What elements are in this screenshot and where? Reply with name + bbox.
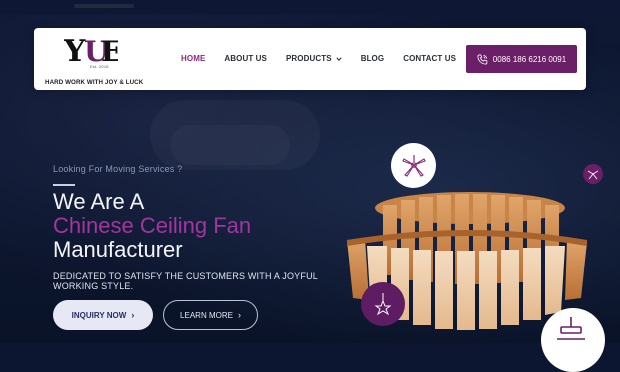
star-icon bbox=[374, 293, 392, 316]
hero-eyebrow: Looking For Moving Services ? bbox=[53, 164, 183, 174]
phone-icon bbox=[477, 54, 488, 64]
brand-tagline: HARD WORK WITH JOY & LUCK bbox=[45, 79, 144, 86]
inquiry-now-button[interactable]: INQUIRY NOW › bbox=[53, 300, 153, 330]
hero-subline: DEDICATED TO SATISFY THE CUSTOMERS WITH … bbox=[53, 271, 318, 291]
lamp-icon bbox=[557, 317, 585, 340]
ceiling-fan-badge[interactable] bbox=[391, 143, 436, 188]
hero-headline-line-3: Manufacturer bbox=[53, 237, 183, 262]
learn-more-button[interactable]: LEARN MORE › bbox=[163, 300, 258, 330]
logo[interactable]: Y U E Est. 2015 HARD WORK WITH JOY & LUC… bbox=[44, 34, 144, 86]
logo-est: Est. 2015 bbox=[90, 64, 109, 69]
nav-about-us[interactable]: ABOUT US bbox=[224, 54, 267, 63]
nav-products[interactable]: PRODUCTS bbox=[286, 54, 342, 63]
background-blur-shape bbox=[170, 125, 290, 165]
hero-headline-highlight: Chinese Ceiling Fan bbox=[53, 213, 252, 238]
phone-button[interactable]: 0086 186 6216 0091 bbox=[466, 45, 577, 73]
svg-text:Y: Y bbox=[64, 34, 86, 66]
top-strip bbox=[0, 0, 620, 14]
main-nav: HOME ABOUT US PRODUCTS BLOG CONTACT US bbox=[181, 54, 475, 63]
ceiling-fan-icon bbox=[587, 170, 599, 180]
chevron-down-icon bbox=[336, 56, 342, 61]
nav-home[interactable]: HOME bbox=[181, 54, 205, 63]
nav-contact-us[interactable]: CONTACT US bbox=[403, 54, 456, 63]
decor-star-badge[interactable] bbox=[361, 282, 405, 326]
logo-mark-icon: Y U E bbox=[64, 34, 118, 66]
phone-number: 0086 186 6216 0091 bbox=[492, 54, 567, 64]
arrow-right-icon: › bbox=[237, 310, 241, 320]
eyebrow-divider bbox=[53, 184, 75, 186]
svg-text:E: E bbox=[101, 35, 118, 66]
nav-blog[interactable]: BLOG bbox=[361, 54, 385, 63]
lamp-badge[interactable] bbox=[541, 308, 605, 372]
hero-headline-line-1: We Are A bbox=[53, 189, 145, 214]
fan-edge-badge[interactable] bbox=[583, 164, 603, 184]
arrow-right-icon: › bbox=[131, 310, 135, 320]
ceiling-fan-icon bbox=[401, 154, 426, 177]
site-header: Y U E Est. 2015 HARD WORK WITH JOY & LUC… bbox=[34, 28, 586, 90]
